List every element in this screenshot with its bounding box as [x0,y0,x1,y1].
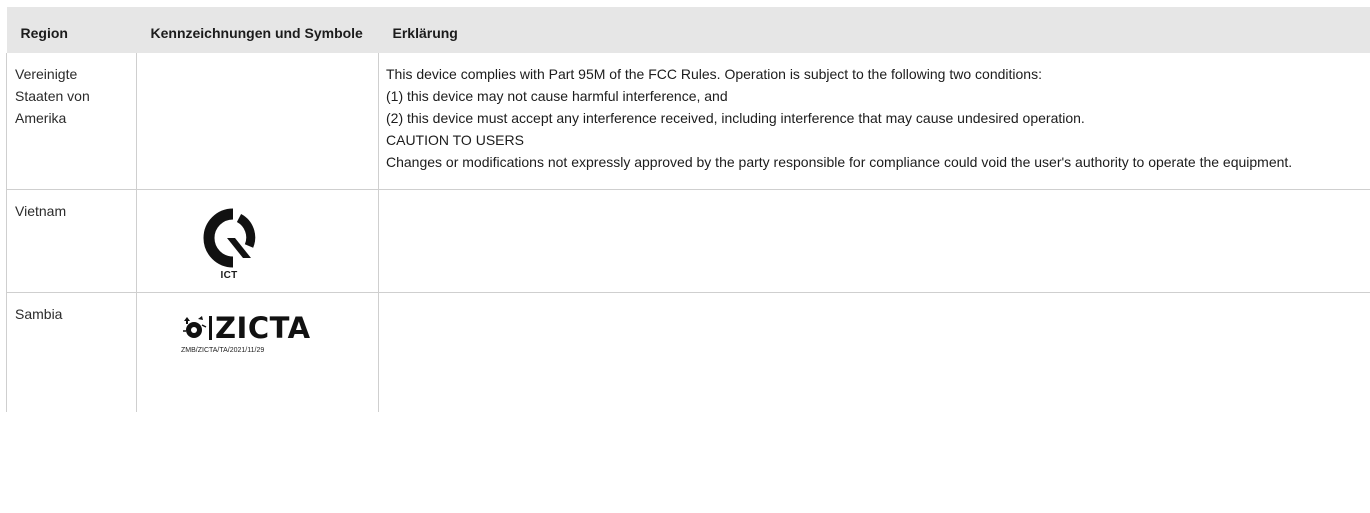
zicta-wordmark: ZICTA [215,310,311,345]
regulatory-table-container: Region Kennzeichnungen und Symbole Erklä… [6,7,1370,412]
zicta-emblem-icon [183,315,207,338]
explanation-cell [378,292,1370,412]
zicta-logo: ZICTA ZMB/ZICTA/TA/2021/11/29 [181,313,321,363]
explanation-line: CAUTION TO USERS [386,132,524,148]
table-row: Vietnam ICT [6,189,1370,293]
table-row: Sambia ZICTA ZMB/ZICTA/TA/2021/11/29 [6,292,1370,412]
symbol-cell: ICT [136,189,379,293]
zicta-divider [209,315,212,340]
header-region: Region [6,7,137,53]
header-symbols: Kennzeichnungen und Symbole [136,7,379,53]
explanation-line: (1) this device may not cause harmful in… [386,88,728,104]
region-cell: Vereinigte Staaten von Amerika [6,53,137,190]
explanation-cell: This device complies with Part 95M of th… [378,53,1370,190]
explanation-line: (2) this device must accept any interfer… [386,110,1085,126]
zicta-approval-ref: ZMB/ZICTA/TA/2021/11/29 [181,346,265,354]
ict-mark-icon [203,208,256,267]
explanation-line: This device complies with Part 95M of th… [386,66,1042,82]
symbol-cell: ZICTA ZMB/ZICTA/TA/2021/11/29 [136,292,379,412]
explanation-line: Changes or modifications not expressly a… [386,154,1293,170]
ict-label: ICT [220,269,238,281]
header-explanation: Erklärung [378,7,1370,53]
region-cell: Sambia [6,292,137,412]
region-cell: Vietnam [6,189,137,293]
explanation-cell [378,189,1370,293]
table-header-row: Region Kennzeichnungen und Symbole Erklä… [6,7,1370,53]
regulatory-table: Region Kennzeichnungen und Symbole Erklä… [6,7,1370,412]
table-row: Vereinigte Staaten von Amerika This devi… [6,53,1370,190]
symbol-cell [136,53,379,190]
